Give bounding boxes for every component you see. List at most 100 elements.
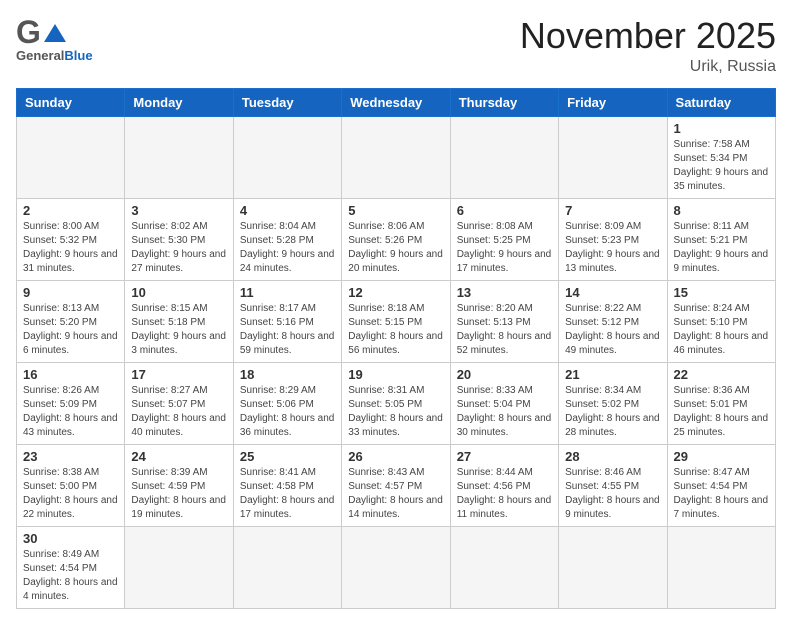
calendar-cell: 15Sunrise: 8:24 AMSunset: 5:10 PMDayligh… xyxy=(667,280,775,362)
calendar-cell: 4Sunrise: 8:04 AMSunset: 5:28 PMDaylight… xyxy=(233,198,341,280)
weekday-header-sunday: Sunday xyxy=(17,88,125,116)
calendar-cell: 3Sunrise: 8:02 AMSunset: 5:30 PMDaylight… xyxy=(125,198,233,280)
day-info: Sunrise: 8:06 AMSunset: 5:26 PMDaylight:… xyxy=(348,220,443,276)
day-info: Sunrise: 8:41 AMSunset: 4:58 PMDaylight:… xyxy=(240,466,335,522)
calendar-cell: 9Sunrise: 8:13 AMSunset: 5:20 PMDaylight… xyxy=(17,280,125,362)
calendar-cell: 25 Sunrise: 8:41 AMSunset: 4:58 PMDayligh… xyxy=(233,444,341,526)
day-info: Sunrise: 8:13 AMSunset: 5:20 PMDaylight:… xyxy=(23,302,118,358)
day-number: 24 xyxy=(131,449,226,464)
day-number: 18 xyxy=(240,367,335,382)
day-number: 27 xyxy=(457,449,552,464)
day-info: Sunrise: 8:46 AMSunset: 4:55 PMDaylight:… xyxy=(565,466,660,522)
day-info: Sunrise: 8:27 AMSunset: 5:07 PMDaylight:… xyxy=(131,384,226,440)
day-number: 1 xyxy=(674,121,769,136)
calendar-cell: 28Sunrise: 8:46 AMSunset: 4:55 PMDayligh… xyxy=(559,444,667,526)
day-info: Sunrise: 8:00 AMSunset: 5:32 PMDaylight:… xyxy=(23,220,118,276)
logo-blue-text: Blue xyxy=(64,48,92,63)
day-info: Sunrise: 8:47 AMSunset: 4:54 PMDaylight:… xyxy=(674,466,769,522)
day-info: Sunrise: 7:58 AMSunset: 5:34 PMDaylight:… xyxy=(674,138,769,194)
day-number: 5 xyxy=(348,203,443,218)
day-info: Sunrise: 8:24 AMSunset: 5:10 PMDaylight:… xyxy=(674,302,769,358)
logo-g-letter: G xyxy=(16,16,41,48)
calendar-cell: 5 Sunrise: 8:06 AMSunset: 5:26 PMDaylight… xyxy=(342,198,450,280)
day-info: Sunrise: 8:11 AMSunset: 5:21 PMDaylight:… xyxy=(674,220,769,276)
day-number: 2 xyxy=(23,203,118,218)
day-info: Sunrise: 8:17 AMSunset: 5:16 PMDaylight:… xyxy=(240,302,335,358)
day-info: Sunrise: 8:22 AMSunset: 5:12 PMDaylight:… xyxy=(565,302,660,358)
location-title: Urik, Russia xyxy=(520,58,776,76)
day-number: 11 xyxy=(240,285,335,300)
calendar-cell: 6 Sunrise: 8:08 AMSunset: 5:25 PMDaylight… xyxy=(450,198,558,280)
day-info: Sunrise: 8:15 AMSunset: 5:18 PMDaylight:… xyxy=(131,302,226,358)
day-number: 6 xyxy=(457,203,552,218)
calendar-cell xyxy=(559,526,667,608)
calendar-cell: 11 Sunrise: 8:17 AMSunset: 5:16 PMDayligh… xyxy=(233,280,341,362)
calendar-cell xyxy=(667,526,775,608)
calendar-cell: 30Sunrise: 8:49 AMSunset: 4:54 PMDayligh… xyxy=(17,526,125,608)
calendar-cell: 22Sunrise: 8:36 AMSunset: 5:01 PMDayligh… xyxy=(667,362,775,444)
calendar-cell xyxy=(125,526,233,608)
calendar-cell xyxy=(342,526,450,608)
calendar-cell: 29Sunrise: 8:47 AMSunset: 4:54 PMDayligh… xyxy=(667,444,775,526)
day-number: 7 xyxy=(565,203,660,218)
calendar-cell: 26Sunrise: 8:43 AMSunset: 4:57 PMDayligh… xyxy=(342,444,450,526)
calendar-row: 23Sunrise: 8:38 AMSunset: 5:00 PMDayligh… xyxy=(17,444,776,526)
calendar-cell: 24 Sunrise: 8:39 AMSunset: 4:59 PMDayligh… xyxy=(125,444,233,526)
calendar-body: 1 Sunrise: 7:58 AMSunset: 5:34 PMDaylight… xyxy=(17,116,776,608)
day-info: Sunrise: 8:08 AMSunset: 5:25 PMDaylight:… xyxy=(457,220,552,276)
day-number: 14 xyxy=(565,285,660,300)
calendar-cell: 13 Sunrise: 8:20 AMSunset: 5:13 PMDayligh… xyxy=(450,280,558,362)
page-header: G GeneralBlue November 2025 Urik, Russia xyxy=(16,16,776,76)
day-number: 12 xyxy=(348,285,443,300)
logo-label: GeneralBlue xyxy=(16,48,93,63)
month-title: November 2025 xyxy=(520,16,776,56)
calendar-cell: 16Sunrise: 8:26 AMSunset: 5:09 PMDayligh… xyxy=(17,362,125,444)
calendar-cell: 27 Sunrise: 8:44 AMSunset: 4:56 PMDayligh… xyxy=(450,444,558,526)
calendar-row: 30Sunrise: 8:49 AMSunset: 4:54 PMDayligh… xyxy=(17,526,776,608)
calendar-cell: 1 Sunrise: 7:58 AMSunset: 5:34 PMDaylight… xyxy=(667,116,775,198)
day-info: Sunrise: 8:49 AMSunset: 4:54 PMDaylight:… xyxy=(23,548,118,604)
calendar-cell xyxy=(125,116,233,198)
title-block: November 2025 Urik, Russia xyxy=(520,16,776,76)
day-number: 16 xyxy=(23,367,118,382)
day-number: 22 xyxy=(674,367,769,382)
day-number: 20 xyxy=(457,367,552,382)
calendar-cell: 19 Sunrise: 8:31 AMSunset: 5:05 PMDayligh… xyxy=(342,362,450,444)
logo: G GeneralBlue xyxy=(16,16,93,63)
logo-icon: G xyxy=(16,16,66,48)
day-info: Sunrise: 8:04 AMSunset: 5:28 PMDaylight:… xyxy=(240,220,335,276)
day-info: Sunrise: 8:31 AMSunset: 5:05 PMDaylight:… xyxy=(348,384,443,440)
day-number: 19 xyxy=(348,367,443,382)
calendar-table: SundayMondayTuesdayWednesdayThursdayFrid… xyxy=(16,88,776,609)
calendar-cell: 8 Sunrise: 8:11 AMSunset: 5:21 PMDaylight… xyxy=(667,198,775,280)
calendar-cell xyxy=(450,116,558,198)
day-info: Sunrise: 8:34 AMSunset: 5:02 PMDaylight:… xyxy=(565,384,660,440)
day-info: Sunrise: 8:29 AMSunset: 5:06 PMDaylight:… xyxy=(240,384,335,440)
weekday-header-wednesday: Wednesday xyxy=(342,88,450,116)
weekday-header-saturday: Saturday xyxy=(667,88,775,116)
day-info: Sunrise: 8:44 AMSunset: 4:56 PMDaylight:… xyxy=(457,466,552,522)
calendar-cell: 2 Sunrise: 8:00 AMSunset: 5:32 PMDaylight… xyxy=(17,198,125,280)
day-info: Sunrise: 8:39 AMSunset: 4:59 PMDaylight:… xyxy=(131,466,226,522)
day-info: Sunrise: 8:09 AMSunset: 5:23 PMDaylight:… xyxy=(565,220,660,276)
calendar-cell xyxy=(233,526,341,608)
day-number: 17 xyxy=(131,367,226,382)
day-info: Sunrise: 8:20 AMSunset: 5:13 PMDaylight:… xyxy=(457,302,552,358)
weekday-header-row: SundayMondayTuesdayWednesdayThursdayFrid… xyxy=(17,88,776,116)
day-number: 3 xyxy=(131,203,226,218)
day-number: 8 xyxy=(674,203,769,218)
calendar-cell xyxy=(342,116,450,198)
logo-triangle-icon xyxy=(44,22,66,44)
day-number: 13 xyxy=(457,285,552,300)
calendar-cell: 12Sunrise: 8:18 AMSunset: 5:15 PMDayligh… xyxy=(342,280,450,362)
weekday-header-monday: Monday xyxy=(125,88,233,116)
calendar-cell: 20Sunrise: 8:33 AMSunset: 5:04 PMDayligh… xyxy=(450,362,558,444)
calendar-cell: 14 Sunrise: 8:22 AMSunset: 5:12 PMDayligh… xyxy=(559,280,667,362)
weekday-header-friday: Friday xyxy=(559,88,667,116)
calendar-cell: 10Sunrise: 8:15 AMSunset: 5:18 PMDayligh… xyxy=(125,280,233,362)
day-number: 25 xyxy=(240,449,335,464)
calendar-header: SundayMondayTuesdayWednesdayThursdayFrid… xyxy=(17,88,776,116)
weekday-header-thursday: Thursday xyxy=(450,88,558,116)
calendar-cell: 7 Sunrise: 8:09 AMSunset: 5:23 PMDaylight… xyxy=(559,198,667,280)
calendar-row: 2 Sunrise: 8:00 AMSunset: 5:32 PMDaylight… xyxy=(17,198,776,280)
